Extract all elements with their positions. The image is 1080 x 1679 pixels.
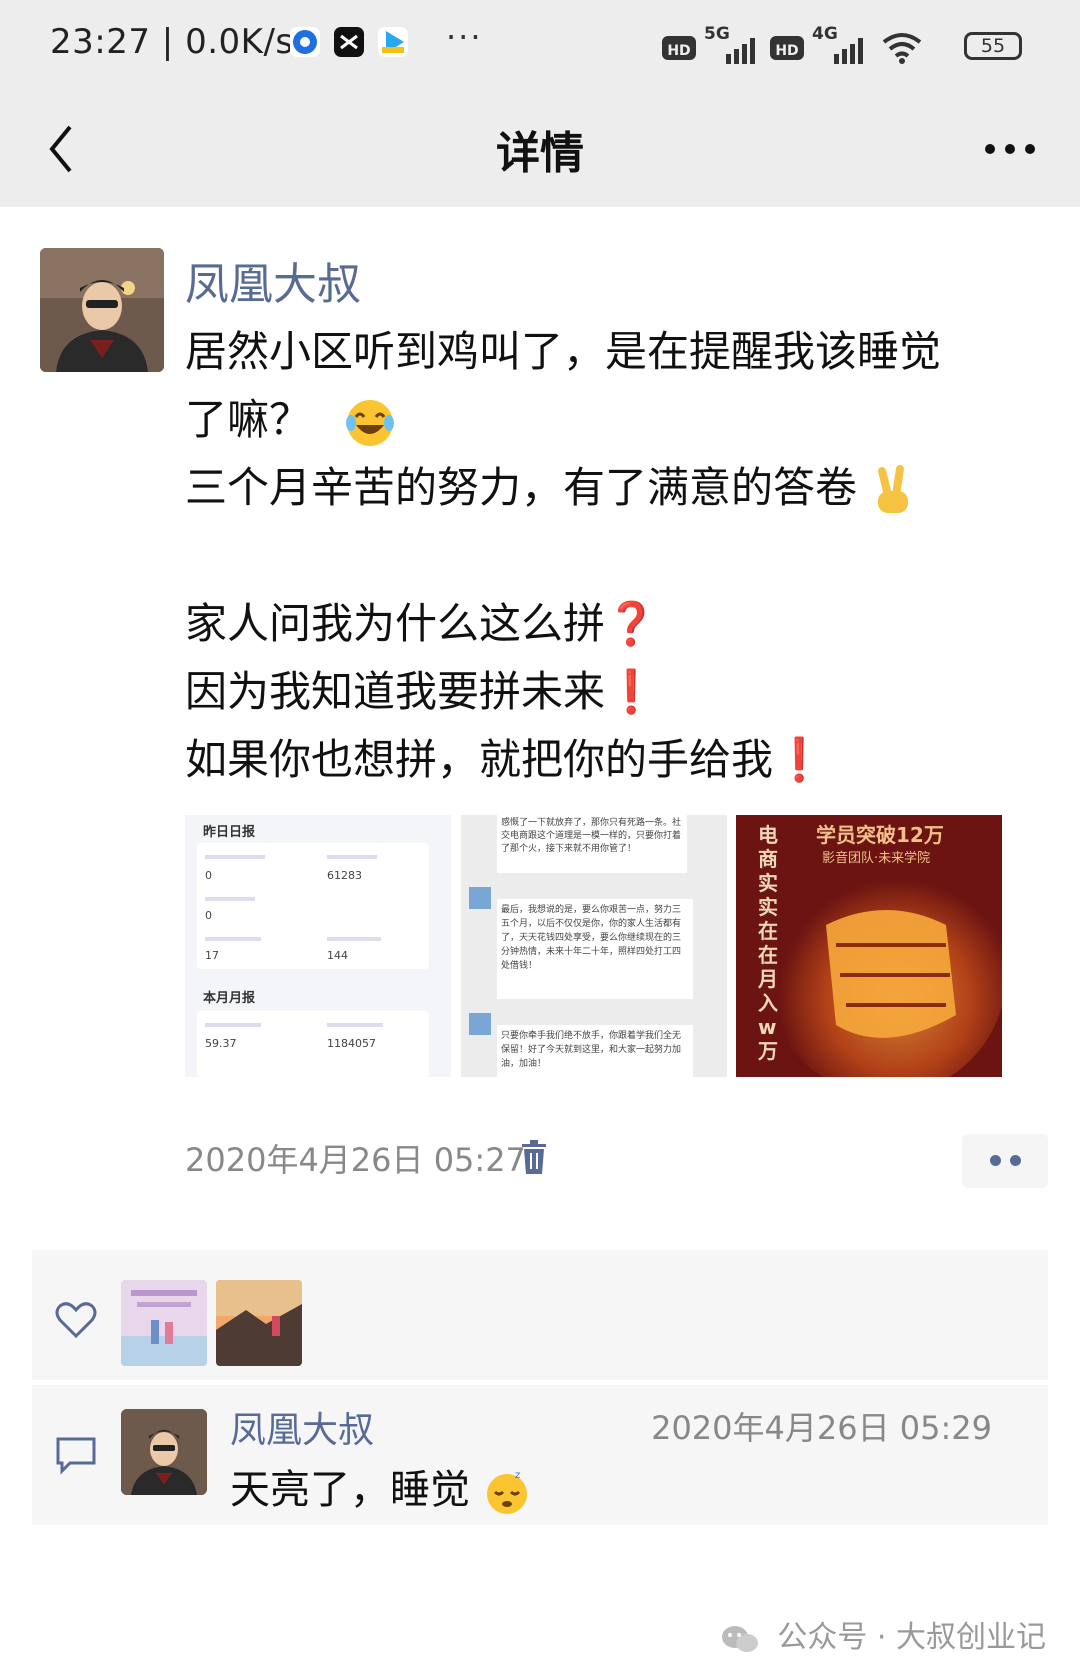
post-line-text: 如果你也想拼，就把你的手给我 bbox=[185, 735, 774, 784]
poster-vertical-text: 电商实实在在月入w万 bbox=[758, 823, 778, 1063]
post-line-text: 因为我知道我要拼未来 bbox=[185, 667, 606, 716]
poster-title: 学员突破12万 bbox=[816, 823, 944, 847]
question-mark-icon: ❓ bbox=[605, 599, 658, 648]
report-value: 61283 bbox=[327, 869, 362, 882]
chat-avatar bbox=[469, 887, 491, 909]
post-timestamp: 2020年4月26日 05:27 bbox=[185, 1141, 526, 1179]
commenter-avatar[interactable] bbox=[121, 1409, 207, 1495]
signal-bars-icon bbox=[834, 38, 863, 64]
report-placeholder-bar bbox=[205, 1023, 261, 1027]
post-content: 居然小区听到鸡叫了，是在提醒我该睡觉 了嘛？ 三个月辛苦的努力，有了满意的答卷 … bbox=[185, 318, 1025, 794]
comment-icon bbox=[56, 1437, 96, 1475]
status-indicators: HD 5G HD 4G 55 bbox=[662, 24, 1022, 66]
chat-bubble: 感慨了一下就放弃了，那你只有死路一条。社交电商跟这个道理是一模一样的，只要你打着… bbox=[497, 815, 687, 873]
status-speed: 0.0K/s bbox=[185, 22, 294, 62]
laughing-tears-emoji-icon bbox=[346, 399, 395, 446]
exclamation-mark-icon: ❗ bbox=[605, 667, 658, 716]
dot-icon bbox=[990, 1155, 1001, 1166]
victory-hand-emoji-icon bbox=[878, 464, 909, 513]
comments-section: 凤凰大叔 2020年4月26日 05:29 天亮了，睡觉 z bbox=[32, 1385, 1048, 1525]
report-value: 0 bbox=[205, 869, 212, 882]
report-section-title: 昨日日报 bbox=[203, 825, 256, 840]
page-title: 详情 bbox=[496, 128, 584, 179]
post-line-with-mark: 如果你也想拼，就把你的手给我❗ bbox=[185, 726, 1025, 794]
commenter-avatar-photo bbox=[121, 1409, 207, 1495]
post-actions-button[interactable] bbox=[962, 1134, 1048, 1188]
report-placeholder-bar bbox=[205, 937, 261, 941]
hd-badge-1: HD bbox=[662, 36, 696, 60]
post-line-with-mark: 因为我知道我要拼未来❗ bbox=[185, 658, 1025, 726]
liker-avatar[interactable] bbox=[216, 1280, 302, 1366]
report-placeholder-bar bbox=[327, 855, 377, 859]
comment-text-content: 天亮了，睡觉 bbox=[230, 1467, 470, 1513]
heart-icon bbox=[55, 1302, 97, 1339]
report-placeholder-bar bbox=[205, 897, 255, 901]
chat-avatar bbox=[469, 1013, 491, 1035]
status-more-dots: ··· bbox=[446, 18, 483, 56]
liker-avatar[interactable] bbox=[121, 1280, 207, 1366]
post-line-text: 了嘛？ bbox=[185, 395, 312, 444]
video-app-icon bbox=[378, 27, 408, 57]
post-image-2[interactable]: 感慨了一下就放弃了，那你只有死路一条。社交电商跟这个道理是一模一样的，只要你打着… bbox=[461, 815, 727, 1077]
exclamation-mark-icon: ❗ bbox=[773, 735, 826, 784]
post-line-text: 三个月辛苦的努力，有了满意的答卷 bbox=[185, 463, 858, 512]
post-line-with-emoji: 了嘛？ bbox=[185, 386, 1025, 454]
wifi-icon bbox=[882, 33, 922, 64]
comment-timestamp: 2020年4月26日 05:29 bbox=[651, 1409, 992, 1447]
avatar-photo bbox=[40, 248, 164, 372]
capcut-app-icon bbox=[334, 27, 364, 57]
post-author-name[interactable]: 凤凰大叔 bbox=[185, 248, 361, 312]
watermark-text: 公众号 · 大叔创业记 bbox=[777, 1620, 1046, 1655]
more-options-button[interactable] bbox=[984, 119, 1036, 170]
svg-text:z: z bbox=[515, 1470, 520, 1481]
chat-bubble: 只要你牵手我们绝不放手，你跟着学我们全无保留！好了今天就到这里，和大家一起努力加… bbox=[497, 1025, 693, 1077]
post-image-1[interactable]: 昨日日报 0 61283 0 17 144 本月月报 59.37 1184057 bbox=[185, 815, 451, 1077]
dot-icon bbox=[1010, 1155, 1021, 1166]
hd-badge-2: HD bbox=[770, 36, 804, 60]
post-image-3[interactable]: 学员突破12万 影音团队·未来学院 电商实实在在月入w万 bbox=[736, 815, 1002, 1077]
nav-bar: 详情 bbox=[0, 95, 1080, 207]
browser-app-icon bbox=[290, 27, 320, 57]
report-placeholder-bar bbox=[205, 855, 265, 859]
wechat-icon bbox=[721, 1625, 758, 1652]
report-value: 144 bbox=[327, 949, 348, 962]
report-value: 17 bbox=[205, 949, 219, 962]
status-time: 23:27 bbox=[50, 22, 151, 62]
poster-subtitle: 影音团队·未来学院 bbox=[822, 851, 931, 866]
likes-section bbox=[32, 1250, 1048, 1380]
report-value: 1184057 bbox=[327, 1037, 376, 1050]
post-line-text: 家人问我为什么这么拼 bbox=[185, 599, 606, 648]
comment-text: 天亮了，睡觉 z bbox=[230, 1457, 531, 1516]
status-separator: | bbox=[161, 22, 174, 62]
report-placeholder-bar bbox=[327, 1023, 383, 1027]
more-dots-icon bbox=[985, 144, 1035, 154]
signal-bars-icon bbox=[726, 38, 755, 64]
status-bar: 23:27 | 0.0K/s ··· HD 5G HD 4G 55 bbox=[0, 0, 1080, 95]
liker-avatar-image bbox=[121, 1280, 207, 1366]
report-section-title: 本月月报 bbox=[203, 991, 256, 1006]
report-card: 59.37 1184057 bbox=[197, 1011, 429, 1077]
post-line-with-emoji: 三个月辛苦的努力，有了满意的答卷 bbox=[185, 454, 1025, 522]
chat-bubble: 最后，我想说的是，要么你艰苦一点，努力三五个月，以后不仅仅是你，你的家人生活都有… bbox=[497, 899, 693, 999]
trash-icon bbox=[522, 1140, 546, 1174]
report-value: 59.37 bbox=[205, 1037, 237, 1050]
post-line: 居然小区听到鸡叫了，是在提醒我该睡觉 bbox=[185, 327, 942, 376]
status-clock: 23:27 | 0.0K/s bbox=[50, 22, 294, 62]
report-card: 0 61283 0 17 144 bbox=[197, 843, 429, 969]
battery-indicator: 55 bbox=[964, 32, 1022, 60]
author-avatar[interactable] bbox=[40, 248, 164, 372]
liker-avatar-image bbox=[216, 1280, 302, 1366]
comment-author-name[interactable]: 凤凰大叔 bbox=[230, 1401, 374, 1453]
sleeping-face-emoji-icon: z bbox=[486, 1470, 527, 1514]
report-placeholder-bar bbox=[327, 937, 381, 941]
delete-button[interactable] bbox=[520, 1140, 548, 1176]
report-value: 0 bbox=[205, 909, 212, 922]
watermark: 公众号 · 大叔创业记 bbox=[720, 1612, 1046, 1656]
post-line-with-mark: 家人问我为什么这么拼❓ bbox=[185, 590, 1025, 658]
